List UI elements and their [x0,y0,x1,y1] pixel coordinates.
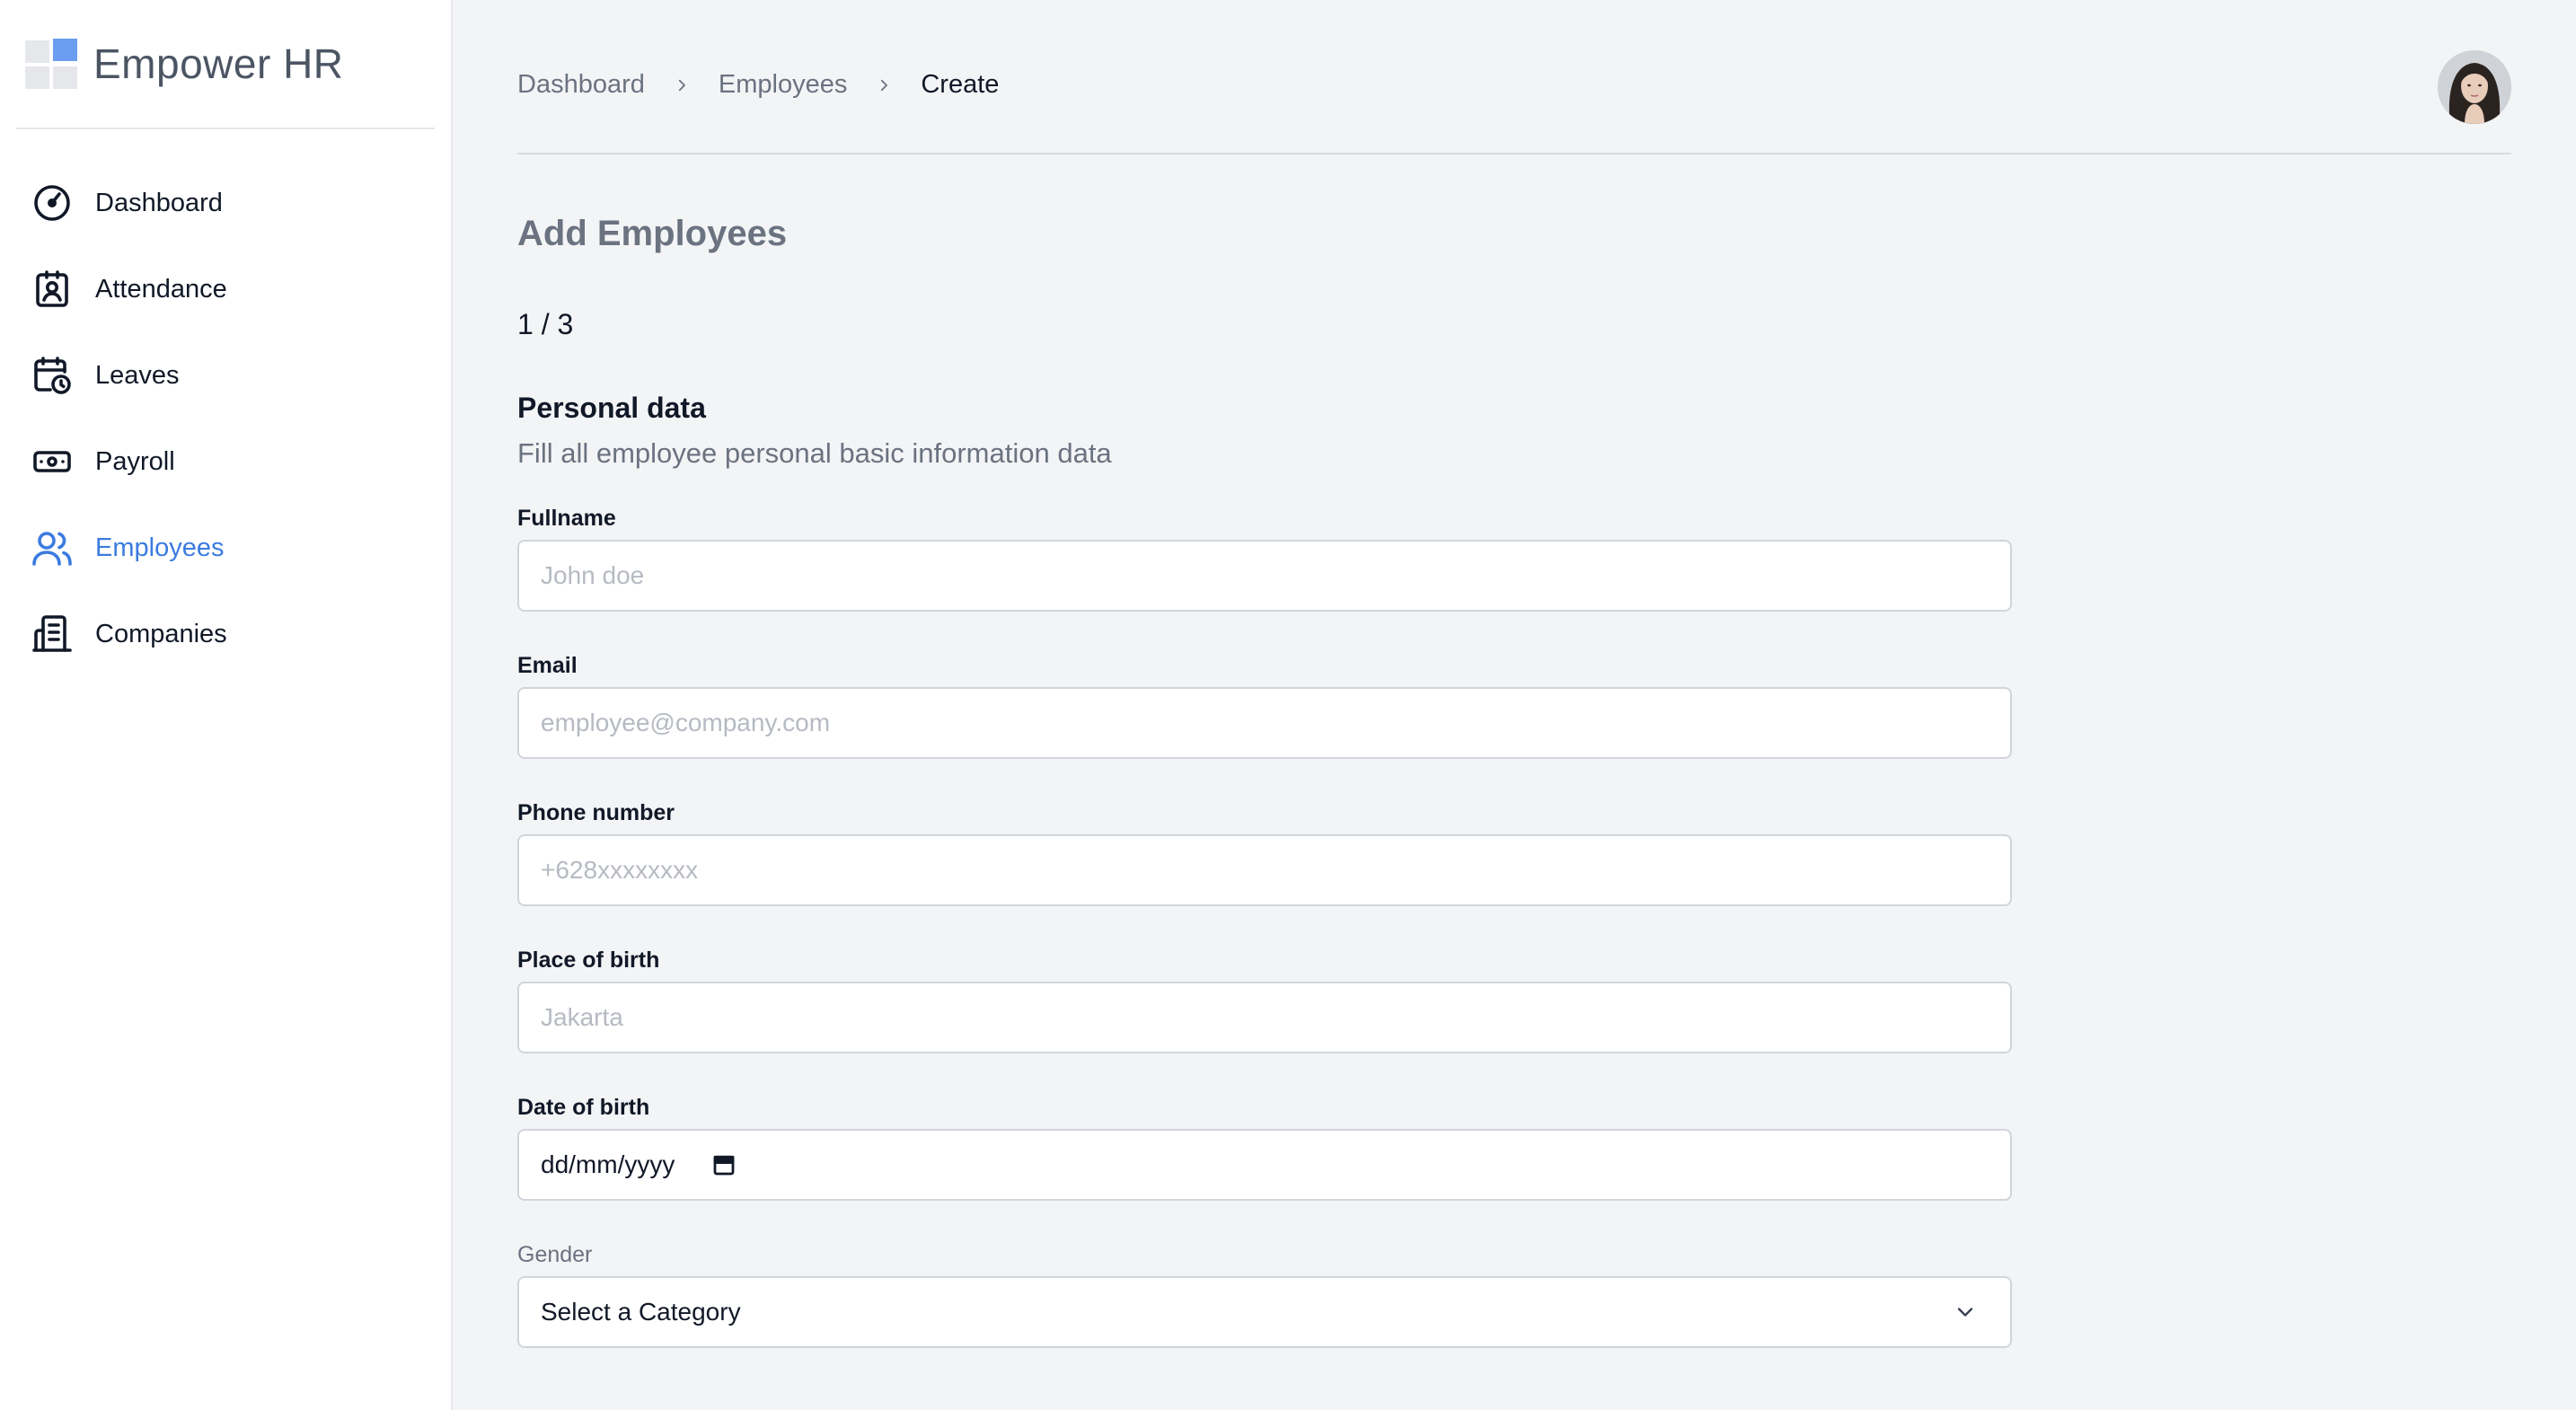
date-of-birth-value: dd/mm/yyyy [541,1150,675,1178]
email-input[interactable] [517,687,2012,759]
chevron-down-icon [1957,1308,1973,1317]
main-content: Dashboard Employees Create Add Employees… [453,0,2576,1410]
section-subtitle: Fill all employee personal basic informa… [517,437,1112,469]
sidebar-item-label: Companies [95,619,227,648]
sidebar-item-employees[interactable]: Employees [0,505,451,591]
calendar-icon[interactable] [710,1151,737,1178]
phone-label: Phone number [517,800,675,825]
place-of-birth-input[interactable] [517,982,2012,1053]
calendar-clock-icon [31,354,74,397]
breadcrumb: Dashboard Employees Create [517,70,999,100]
gender-select[interactable]: Select a Category [517,1276,2012,1348]
top-bar: Dashboard Employees Create [517,0,2511,154]
sidebar-item-leaves[interactable]: Leaves [0,332,451,419]
gender-label: Gender [517,1242,593,1267]
date-of-birth-field-group: Date of birth dd/mm/yyyy [517,1086,2012,1201]
cash-icon [31,440,74,483]
breadcrumb-employees[interactable]: Employees [719,70,847,100]
chevron-right-icon [678,79,685,91]
sidebar-item-label: Leaves [95,360,180,390]
place-of-birth-field-group: Place of birth [517,939,2012,1053]
gender-field-group: Gender Select a Category [517,1233,2012,1348]
breadcrumb-dashboard[interactable]: Dashboard [517,70,645,100]
users-icon [31,526,74,569]
logo-icon [25,39,79,89]
email-label: Email [517,653,578,678]
place-of-birth-label: Place of birth [517,947,660,973]
building-icon [31,612,74,656]
app-window: Empower HR Dashboard Attendance Leaves P… [0,0,2576,1410]
date-of-birth-label: Date of birth [517,1095,650,1120]
section-title: Personal data [517,392,706,424]
fullname-input[interactable] [517,540,2012,612]
sidebar-item-dashboard[interactable]: Dashboard [0,160,451,246]
add-employee-form-section: Add Employees 1 / 3 Personal data Fill a… [517,214,2012,1380]
page-title: Add Employees [517,214,788,253]
sidebar-item-companies[interactable]: Companies [0,591,451,677]
gender-selected-value: Select a Category [541,1298,741,1326]
sidebar-nav: Dashboard Attendance Leaves Payroll Empl… [0,129,451,677]
phone-input[interactable] [517,834,2012,906]
badge-icon [31,268,74,311]
sidebar-item-label: Payroll [95,446,175,476]
brand[interactable]: Empower HR [16,0,435,129]
sidebar: Empower HR Dashboard Attendance Leaves P… [0,0,453,1410]
sidebar-item-label: Dashboard [95,188,223,217]
email-field-group: Email [517,644,2012,759]
sidebar-item-label: Employees [95,533,225,562]
date-of-birth-input[interactable]: dd/mm/yyyy [517,1129,2012,1201]
sidebar-item-attendance[interactable]: Attendance [0,246,451,332]
brand-name: Empower HR [93,40,344,87]
avatar[interactable] [2438,50,2511,124]
personal-data-form: Fullname Email Phone number Place of bir… [517,497,2012,1348]
breadcrumb-create: Create [921,70,1000,99]
gauge-icon [31,181,74,225]
sidebar-item-label: Attendance [95,274,227,304]
fullname-field-group: Fullname [517,497,2012,612]
step-indicator: 1 / 3 [517,308,574,340]
phone-field-group: Phone number [517,791,2012,906]
fullname-label: Fullname [517,506,616,531]
sidebar-item-payroll[interactable]: Payroll [0,419,451,505]
chevron-right-icon [881,79,888,91]
